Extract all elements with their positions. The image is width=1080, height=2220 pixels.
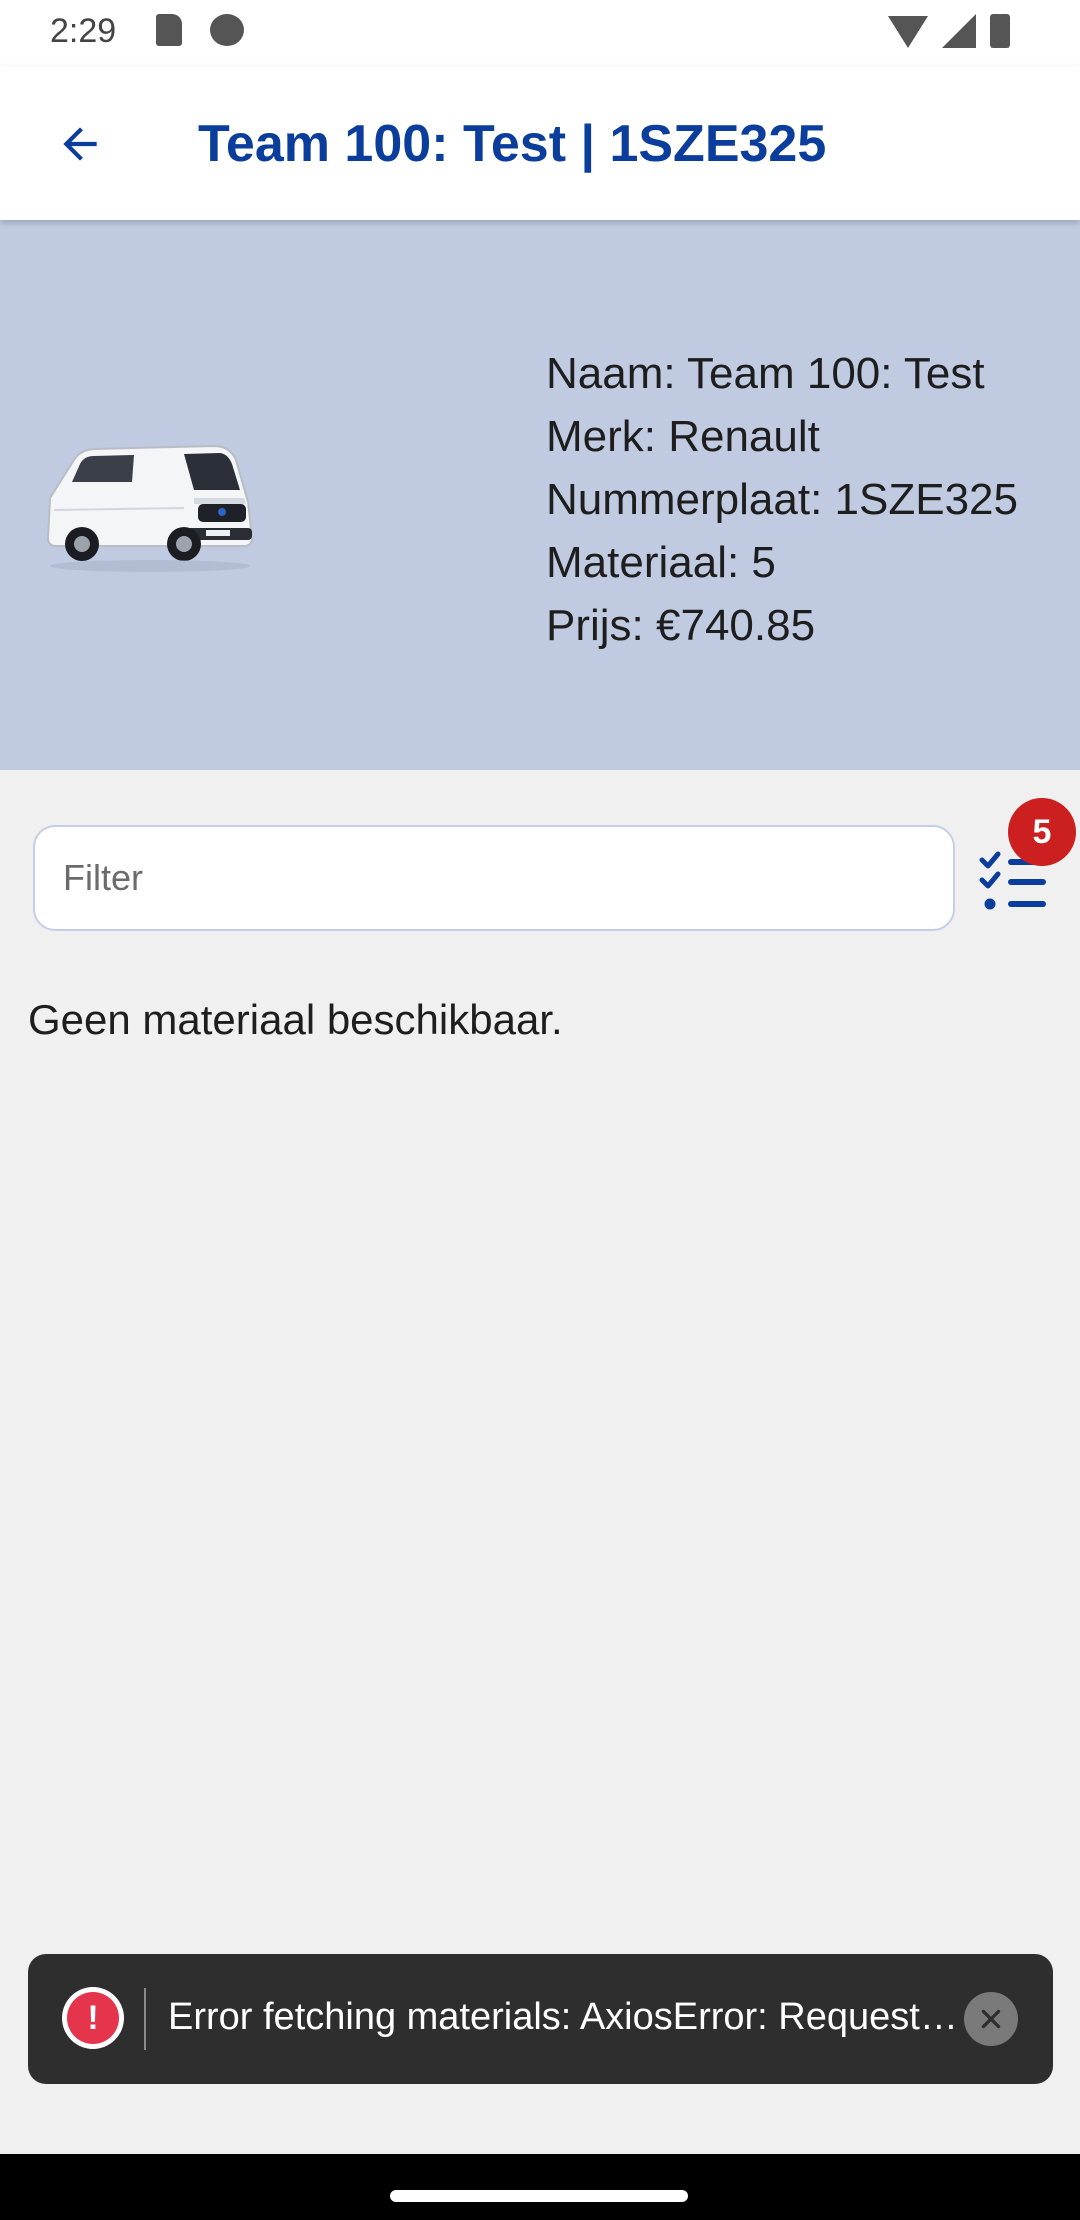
toast-message: Error fetching materials: AxiosError: Re… bbox=[168, 1996, 968, 2038]
status-system-icons bbox=[888, 14, 1010, 48]
filter-row: 5 bbox=[0, 770, 1080, 931]
vehicle-naam: Naam: Team 100: Test bbox=[546, 349, 985, 398]
page-title: Team 100: Test | 1SZE325 bbox=[198, 115, 827, 173]
system-nav-bar bbox=[0, 2154, 1080, 2220]
empty-state-message: Geen materiaal beschikbaar. bbox=[28, 996, 563, 1043]
wifi-icon bbox=[888, 16, 928, 48]
filter-input[interactable] bbox=[33, 825, 955, 931]
cat-face-icon bbox=[210, 14, 244, 46]
vehicle-nummerplaat: Nummerplaat: 1SZE325 bbox=[546, 475, 1018, 524]
vehicle-info: Naam: Team 100: Test Merk: Renault Numme… bbox=[546, 342, 1018, 657]
status-time: 2:29 bbox=[50, 12, 117, 50]
exclamation-circle-icon: ! bbox=[62, 1987, 124, 2049]
status-bar: 2:29 bbox=[0, 0, 1080, 66]
error-toast[interactable]: ! Error fetching materials: AxiosError: … bbox=[28, 1954, 1053, 2084]
vehicle-card: Naam: Team 100: Test Merk: Renault Numme… bbox=[0, 220, 1080, 770]
arrow-left-icon bbox=[63, 127, 97, 161]
vehicle-merk: Merk: Renault bbox=[546, 412, 820, 461]
vehicle-prijs: Prijs: €740.85 bbox=[546, 601, 816, 650]
battery-icon bbox=[990, 14, 1010, 48]
van-image bbox=[46, 444, 254, 572]
status-notification-icons bbox=[156, 14, 244, 46]
back-button[interactable] bbox=[40, 104, 120, 184]
close-icon bbox=[981, 2009, 1001, 2029]
cell-signal-icon bbox=[942, 14, 976, 48]
toast-close-button[interactable] bbox=[964, 1992, 1018, 2046]
filter-count-badge: 5 bbox=[1008, 798, 1076, 866]
app-bar: Team 100: Test | 1SZE325 bbox=[0, 66, 1080, 220]
toast-divider bbox=[144, 1988, 146, 2050]
vehicle-materiaal: Materiaal: 5 bbox=[546, 538, 776, 587]
sd-card-icon bbox=[156, 14, 182, 46]
home-indicator[interactable] bbox=[390, 2190, 688, 2202]
